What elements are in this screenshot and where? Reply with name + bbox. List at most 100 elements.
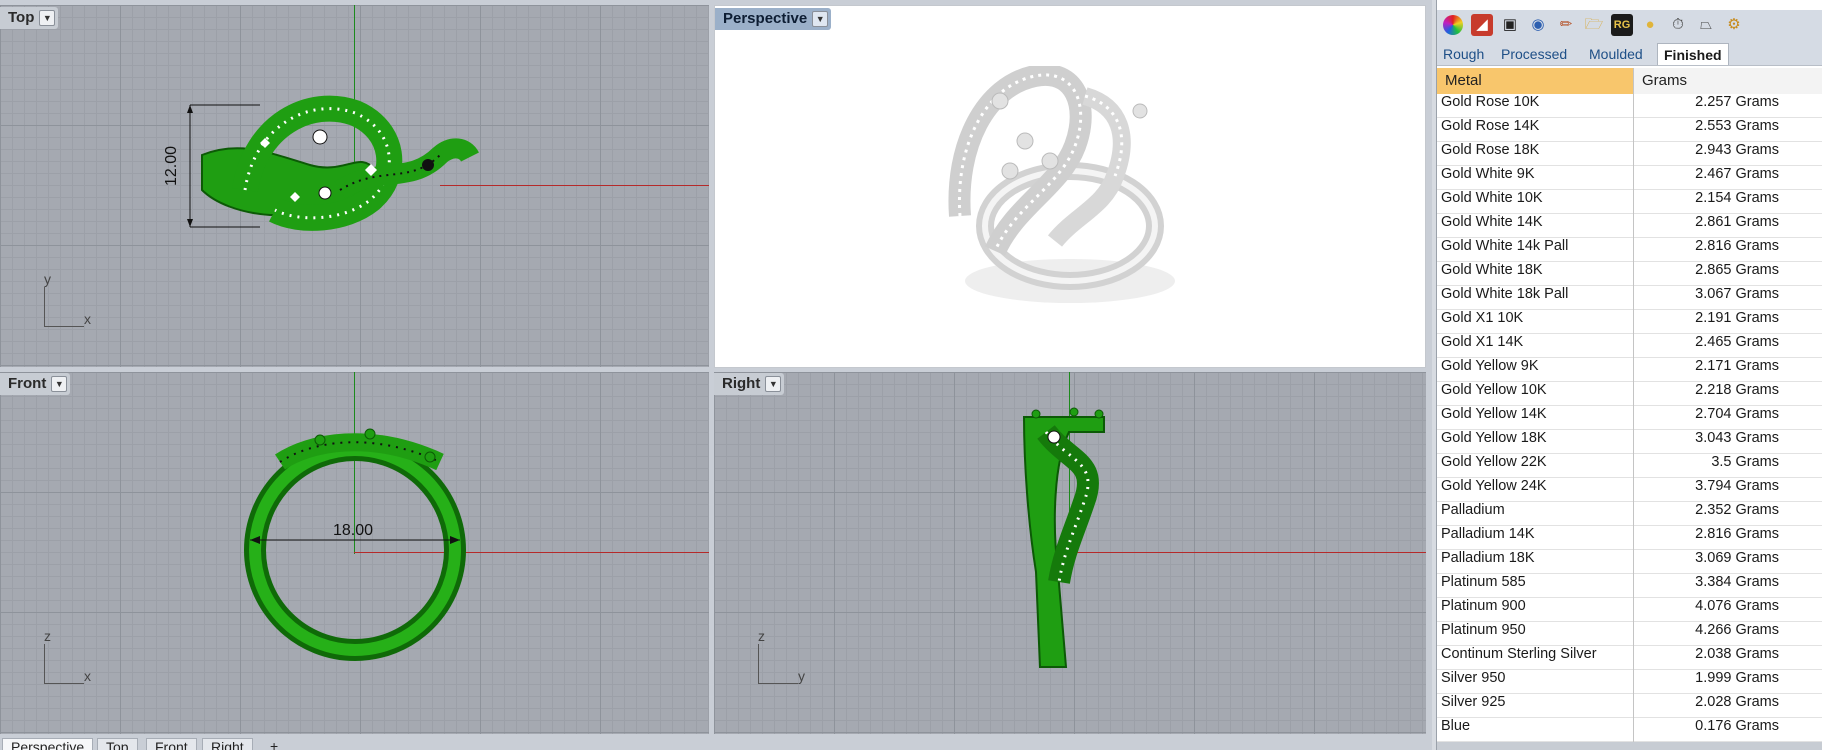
metal-name-cell: Gold White 14k Pall [1441,238,1569,254]
ring-rendered-view[interactable] [925,66,1195,326]
table-row[interactable]: Palladium 18K 3.069 Grams [1437,550,1822,574]
grams-value-cell: 4.076 Grams [1633,598,1822,622]
table-row[interactable]: Gold White 14k Pall 2.816 Grams [1437,238,1822,262]
table-row[interactable]: Gold Rose 14K 2.553 Grams [1437,118,1822,142]
viewport-title-right[interactable]: Right ▼ [714,373,785,395]
viewport-title-front[interactable]: Front ▼ [0,373,71,395]
ring-side-view[interactable] [994,402,1144,672]
tab-top[interactable]: Top [97,738,138,750]
grams-value-cell: 2.816 Grams [1633,238,1822,262]
table-row[interactable]: Blue 0.176 Grams [1437,718,1822,742]
metal-name-cell: Platinum 585 [1441,574,1526,590]
grams-value-cell: 3.069 Grams [1633,550,1822,574]
material-icon[interactable]: ◢ [1471,14,1493,36]
viewport-perspective[interactable]: Perspective ▼ [714,5,1426,368]
table-row[interactable]: Gold Yellow 10K 2.218 Grams [1437,382,1822,406]
chevron-down-icon[interactable]: ▼ [51,376,68,392]
table-row[interactable]: Gold Rose 18K 2.943 Grams [1437,142,1822,166]
table-row[interactable]: Continum Sterling Silver 2.038 Grams [1437,646,1822,670]
metal-name-cell: Gold White 10K [1441,190,1543,206]
table-row[interactable]: Gold Yellow 22K 3.5 Grams [1437,454,1822,478]
table-row[interactable]: Gold Yellow 24K 3.794 Grams [1437,478,1822,502]
viewport-right[interactable]: Right ▼ z y [714,372,1426,734]
viewport-tabs: Perspective Top Front Right + [0,738,1432,750]
cplane-label-vertical: z [758,628,765,644]
wrench-icon[interactable]: ⚙ [1723,14,1745,36]
metal-name-cell: Blue [1441,718,1471,734]
grams-value-cell: 0.176 Grams [1633,718,1822,742]
metal-name-cell: Gold Yellow 14K [1441,406,1547,422]
metal-name-cell: Palladium 14K [1441,526,1535,542]
viewport-title-perspective[interactable]: Perspective ▼ [715,8,832,30]
table-row[interactable]: Gold Yellow 18K 3.043 Grams [1437,430,1822,454]
panel-subtabs: Rough Processed Moulded Finished [1437,40,1822,66]
table-row[interactable]: Gold Yellow 14K 2.704 Grams [1437,406,1822,430]
table-row[interactable]: Gold White 10K 2.154 Grams [1437,190,1822,214]
table-row[interactable]: Palladium 14K 2.816 Grams [1437,526,1822,550]
metal-name-cell: Gold Yellow 22K [1441,454,1547,470]
folder-icon[interactable]: 🗁 [1583,14,1605,36]
metal-name-cell: Platinum 950 [1441,622,1526,638]
metal-weight-panel: ◢ ▣ ◉ ✏ 🗁 RG ● ⏱ ⏢ ⚙ Rough Processed Mou… [1436,0,1822,750]
grams-value-cell: 2.191 Grams [1633,310,1822,334]
add-tab-button[interactable]: + [262,738,286,750]
column-header-metal[interactable]: Metal [1437,68,1633,94]
trash-icon[interactable]: ⏢ [1695,14,1717,36]
table-row[interactable]: Platinum 900 4.076 Grams [1437,598,1822,622]
table-row[interactable]: Gold Yellow 9K 2.171 Grams [1437,358,1822,382]
cplane-axes-icon [44,287,84,327]
grams-value-cell: 2.704 Grams [1633,406,1822,430]
subtab-moulded[interactable]: Moulded [1583,43,1649,65]
metal-name-cell: Silver 925 [1441,694,1506,710]
grams-value-cell: 3.067 Grams [1633,286,1822,310]
table-row[interactable]: Gold X1 10K 2.191 Grams [1437,310,1822,334]
metal-name-cell: Gold White 18k Pall [1441,286,1569,302]
color-wheel-icon[interactable] [1443,15,1463,35]
horizontal-scrollbar[interactable] [1437,742,1822,750]
metal-table-header: Metal Grams [1437,68,1822,94]
table-row[interactable]: Palladium 2.352 Grams [1437,502,1822,526]
table-row[interactable]: Gold White 18k Pall 3.067 Grams [1437,286,1822,310]
tab-front[interactable]: Front [146,738,197,750]
grams-value-cell: 2.171 Grams [1633,358,1822,382]
tab-right[interactable]: Right [202,738,253,750]
table-row[interactable]: Platinum 950 4.266 Grams [1437,622,1822,646]
viewport-title-top[interactable]: Top ▼ [0,7,59,29]
render-icon[interactable]: ◉ [1527,14,1549,36]
viewport-front[interactable]: Front ▼ 18.00 z x [0,372,709,734]
subtab-processed[interactable]: Processed [1495,43,1573,65]
metal-name-cell: Gold Yellow 24K [1441,478,1547,494]
chevron-down-icon[interactable]: ▼ [812,11,829,27]
grams-value-cell: 2.861 Grams [1633,214,1822,238]
subtab-rough[interactable]: Rough [1437,43,1490,65]
table-row[interactable]: Gold White 9K 2.467 Grams [1437,166,1822,190]
table-row[interactable]: Silver 925 2.028 Grams [1437,694,1822,718]
chevron-down-icon[interactable]: ▼ [765,376,782,392]
chevron-down-icon[interactable]: ▼ [39,10,56,26]
metal-name-cell: Continum Sterling Silver [1441,646,1597,662]
cplane-label-horizontal: y [798,668,805,684]
gold-icon[interactable]: ● [1639,14,1661,36]
grams-value-cell: 4.266 Grams [1633,622,1822,646]
brush-icon[interactable]: ✏ [1555,14,1577,36]
rg-logo-icon[interactable]: RG [1611,14,1633,36]
table-row[interactable]: Gold Rose 10K 2.257 Grams [1437,94,1822,118]
metal-name-cell: Palladium 18K [1441,550,1535,566]
dimension-label: 18.00 [333,522,374,539]
table-row[interactable]: Gold X1 14K 2.465 Grams [1437,334,1822,358]
column-header-grams[interactable]: Grams [1633,68,1822,94]
table-row[interactable]: Gold White 18K 2.865 Grams [1437,262,1822,286]
metal-name-cell: Gold White 9K [1441,166,1535,182]
display-icon[interactable]: ▣ [1499,14,1521,36]
weight-icon[interactable]: ⏱ [1667,14,1689,36]
table-row[interactable]: Platinum 585 3.384 Grams [1437,574,1822,598]
table-row[interactable]: Silver 950 1.999 Grams [1437,670,1822,694]
metal-name-cell: Gold Rose 14K [1441,118,1540,134]
subtab-finished[interactable]: Finished [1657,43,1729,65]
tab-perspective[interactable]: Perspective [2,738,94,750]
grams-value-cell: 3.384 Grams [1633,574,1822,598]
table-row[interactable]: Gold White 14K 2.861 Grams [1437,214,1822,238]
viewport-top[interactable]: Top ▼ 12.00 y x [0,5,709,367]
grams-value-cell: 2.038 Grams [1633,646,1822,670]
ring-top-view[interactable] [160,95,490,265]
